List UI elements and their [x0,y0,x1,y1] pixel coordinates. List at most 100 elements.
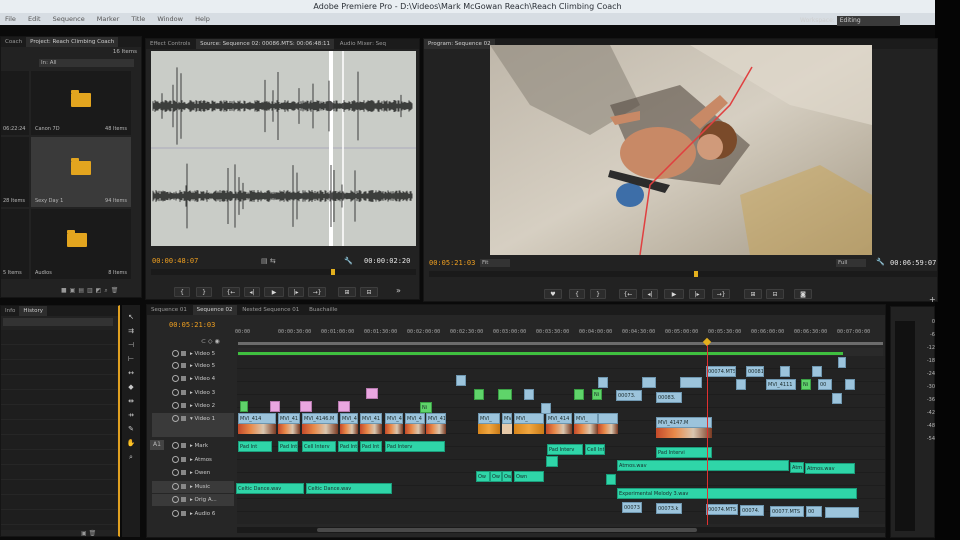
hand-tool-icon[interactable]: ✋ [125,439,137,449]
clip-v1[interactable]: MVI_ [478,413,500,424]
tab-sequence-02[interactable]: Sequence 02 [192,305,237,315]
insert-button[interactable]: ⊞ [338,287,356,297]
clip-v3[interactable]: Ni [592,389,602,400]
speaker-icon[interactable] [172,483,179,490]
quality-dropdown[interactable]: Full [836,259,866,267]
clip-mark[interactable]: Pad Int [278,441,298,452]
program-timecode[interactable]: 00:05:21:03 [429,259,475,267]
source-settings-icons[interactable]: ▤ ⇆ [261,257,276,265]
clip-orig[interactable] [825,507,859,518]
clip-v1[interactable]: MVI_4146.M [302,413,338,424]
add-button-icon[interactable]: » [396,286,401,295]
track-select-tool-icon[interactable]: ⇉ [125,327,137,337]
extract-button[interactable]: ⊟ [766,289,784,299]
timeline-timecode[interactable]: 00:05:21:03 [169,321,215,329]
add-marker-button[interactable]: ♥ [544,289,562,299]
clip-v1[interactable]: MVI_ [514,413,544,424]
track-header-video4[interactable]: ▸ Video 4 [152,373,234,385]
tab-buachaille[interactable]: Buachaille [305,305,341,315]
in-filter-dropdown[interactable]: In: All [39,59,134,67]
clip-mark[interactable]: Pad Intervi [656,447,712,458]
workspace-switcher[interactable]: Workspace: Editing [800,16,930,26]
clip-mark[interactable]: Cell Interv [302,441,336,452]
program-video-frame[interactable] [490,45,872,255]
razor-tool-icon[interactable]: ◆ [125,383,137,393]
clip-v3[interactable] [474,389,484,400]
goto-in-button[interactable]: {← [619,289,637,299]
program-playhead[interactable] [694,271,698,277]
clip-v3[interactable] [366,388,378,399]
overwrite-button[interactable]: ⊟ [360,287,378,297]
eye-icon[interactable] [172,389,179,396]
speaker-icon[interactable] [172,469,179,476]
track-header-orig[interactable]: ▸ Orig A... [152,494,234,506]
clip-v1[interactable]: MVI_41 [278,413,300,424]
history-toolbar-icons[interactable]: ▣ 🗑 [81,530,96,537]
clip-v4[interactable] [598,377,608,388]
track-header-atmos[interactable]: ▸ Atmos [152,454,234,466]
clip-v5[interactable]: 00081 [746,366,764,377]
step-forward-button[interactable]: |▸ [689,289,705,299]
clip-v3[interactable]: 00073. [616,390,642,401]
menu-file[interactable]: File [0,13,21,25]
step-back-button[interactable]: ◂| [642,289,658,299]
lock-icon[interactable] [181,457,186,462]
clip-v4[interactable]: 00 [818,379,832,390]
export-frame-button[interactable]: ◙ [794,289,812,299]
slide-tool-icon[interactable]: ⇸ [125,411,137,421]
ripple-edit-tool-icon[interactable]: ⊣ [125,341,137,351]
timeline-options-icons[interactable]: ⊂ ◇ ◉ [201,338,220,345]
tab-nested-sequence-01[interactable]: Nested Sequence 01 [238,305,303,315]
clip-orig[interactable]: 00074. [740,505,764,516]
menu-window[interactable]: Window [152,13,188,25]
timeline-playhead-line[interactable] [707,345,708,525]
eye-icon[interactable] [172,350,179,357]
step-back-button[interactable]: ◂| [244,287,260,297]
mark-in-button[interactable]: { [174,287,190,297]
lock-icon[interactable] [181,390,186,395]
timeline-scroll-thumb[interactable] [317,528,697,532]
clip-v4[interactable] [680,377,702,388]
tab-info[interactable]: Info [1,306,19,316]
clip-owen[interactable]: Ow [502,471,512,482]
clip-owen[interactable] [606,474,616,485]
clip-v1[interactable]: MVI_414 [238,413,276,424]
track-header-owen[interactable]: ▸ Owen [152,467,234,479]
clip-v3[interactable] [832,393,842,404]
clip-v1[interactable]: MVI_4147.M [656,417,712,428]
lock-icon[interactable] [181,497,186,502]
source-playhead[interactable] [331,269,335,275]
clip-owen[interactable]: Ow [476,471,490,482]
fit-dropdown[interactable]: Fit [480,259,510,267]
track-header-video2[interactable]: ▸ Video 2 [152,400,234,412]
wrench-icon[interactable]: 🔧 [344,257,353,265]
clip-mark[interactable]: Pad Int [338,441,358,452]
program-scrub-bar[interactable] [429,271,937,277]
workspace-dropdown[interactable]: Editing [836,16,900,26]
mark-out-button[interactable]: } [590,289,606,299]
clip-music[interactable]: Celtic Dance.wav [306,483,392,494]
wrench-icon[interactable]: 🔧 [876,258,885,266]
clip-v2[interactable] [338,401,350,412]
menu-edit[interactable]: Edit [23,13,46,25]
clip-orig[interactable]: 00077.MTS [770,506,804,517]
project-toolbar-icons[interactable]: ■▣▤▥◩⌕🗑 [61,287,121,295]
selection-tool-icon[interactable]: ↖ [125,313,137,323]
tab-history[interactable]: History [19,306,47,316]
lock-icon[interactable] [181,403,186,408]
source-scrub-bar[interactable] [151,269,416,275]
tab-source[interactable]: Source: Sequence 02: 00086.MTS: 00:06:48… [196,39,335,49]
clip-v4[interactable] [736,379,746,390]
clip-v4[interactable] [642,377,656,388]
lift-button[interactable]: ⊞ [744,289,762,299]
play-button[interactable]: ▶ [664,289,684,299]
track-header-video5b[interactable]: ▸ Video 5 [152,360,234,372]
clip-atmos[interactable]: Atmos.wav [805,463,855,474]
work-area-bar[interactable] [238,342,883,345]
pen-tool-icon[interactable]: ✎ [125,425,137,435]
clip-mark[interactable]: Cell Interv [585,444,605,455]
clip-orig[interactable]: 00073.k [656,503,682,514]
timeline-ruler[interactable]: 00:00 00:00:30:00 00:01:00:00 00:01:30:00 00… [235,329,885,339]
bin-audios[interactable]: Audios 8 Items [31,209,131,279]
lock-icon[interactable] [181,511,186,516]
